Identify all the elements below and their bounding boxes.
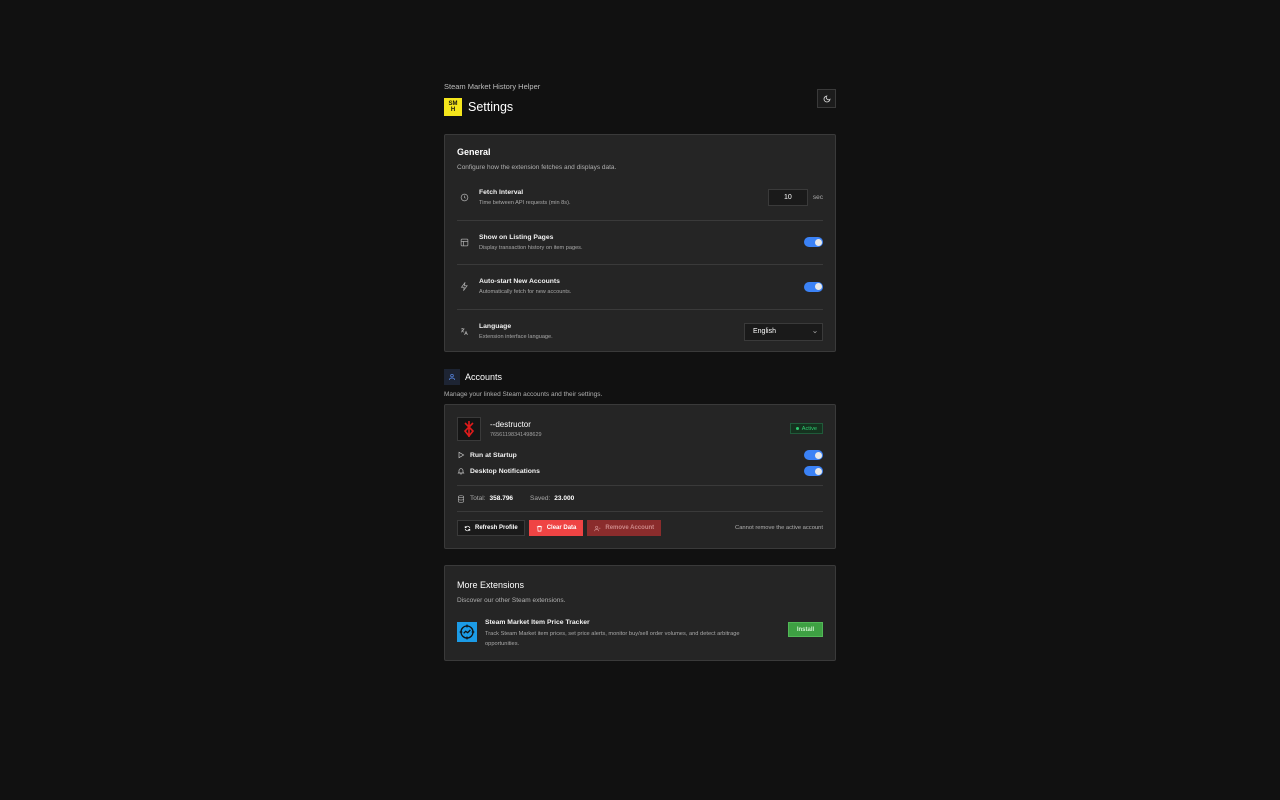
run-at-startup-label: Run at Startup <box>470 451 517 459</box>
auto-start-label: Auto-start New Accounts <box>479 278 560 286</box>
price-tracker-icon <box>457 622 477 642</box>
fetch-interval-row: Fetch Interval Time between API requests … <box>457 176 823 221</box>
extension-description: Track Steam Market item prices, set pric… <box>485 631 740 647</box>
refresh-icon <box>464 525 471 531</box>
user-minus-icon <box>594 525 601 531</box>
account-name: --destructor <box>490 420 531 429</box>
settings-page: Steam Market History Helper SM H Settings… <box>444 82 836 661</box>
fetch-interval-label: Fetch Interval <box>479 189 524 197</box>
account-card: --destructor 76561198341498629 Active Run… <box>444 404 836 549</box>
more-extensions-card: More Extensions Discover our other Steam… <box>444 565 836 661</box>
general-card: General Configure how the extension fetc… <box>444 134 836 352</box>
show-listing-description: Display transaction history on item page… <box>479 244 583 251</box>
theme-toggle-button[interactable] <box>817 89 836 108</box>
zap-icon <box>460 282 468 292</box>
refresh-label: Refresh Profile <box>475 525 518 531</box>
total-value: 358.796 <box>489 495 514 502</box>
fetch-interval-input[interactable]: 10 <box>767 189 808 207</box>
show-listing-row: Show on Listing Pages Display transaction… <box>457 221 823 265</box>
account-steam-id: 76561198341498629 <box>490 432 542 438</box>
extension-item: Steam Market Item Price Tracker Track Ste… <box>457 619 823 649</box>
accounts-title: Accounts <box>465 372 503 382</box>
notifications-label: Desktop Notifications <box>470 467 540 475</box>
logo: SM H <box>444 98 462 116</box>
database-icon <box>458 494 464 503</box>
saved-label: Saved: <box>530 495 551 502</box>
play-icon <box>458 451 465 459</box>
auto-start-toggle[interactable] <box>804 281 823 292</box>
user-icon <box>449 374 455 381</box>
run-at-startup-row: Run at Startup <box>457 447 823 463</box>
run-at-startup-toggle[interactable] <box>804 450 823 460</box>
extension-name: Steam Market Item Price Tracker <box>485 619 590 626</box>
language-select[interactable]: English <box>744 322 823 341</box>
general-description: Configure how the extension fetches and … <box>457 164 617 171</box>
notifications-row: Desktop Notifications <box>457 463 823 479</box>
fetch-interval-description: Time between API requests (min 8s). <box>479 200 571 207</box>
page-title: Settings <box>468 100 514 114</box>
trash-icon <box>536 525 542 531</box>
accounts-description: Manage your linked Steam accounts and th… <box>444 391 603 398</box>
status-text: Active <box>801 425 817 432</box>
clock-icon <box>460 194 469 202</box>
language-label: Language <box>479 323 512 331</box>
status-badge: Active <box>789 423 823 434</box>
remove-label: Remove Account <box>605 525 655 531</box>
fetch-interval-unit: sec <box>812 194 823 202</box>
notifications-toggle[interactable] <box>804 466 823 476</box>
language-value: English <box>753 328 776 336</box>
language-description: Extension interface language. <box>479 334 553 341</box>
show-listing-toggle[interactable] <box>804 237 823 248</box>
remove-account-button[interactable]: Remove Account <box>587 520 662 536</box>
show-listing-label: Show on Listing Pages <box>479 233 554 241</box>
refresh-profile-button[interactable]: Refresh Profile <box>457 520 525 536</box>
languages-icon <box>460 328 468 336</box>
more-title: More Extensions <box>457 580 525 590</box>
remove-note: Cannot remove the active account <box>735 525 823 531</box>
general-title: General <box>457 147 491 157</box>
avatar-image <box>463 421 475 438</box>
saved-value: 23.000 <box>554 495 575 502</box>
language-row: Language Extension interface language. En… <box>457 310 823 355</box>
chevron-down-icon <box>813 330 817 333</box>
account-stats: Total: 358.796 Saved: 23.000 <box>457 485 823 512</box>
clear-label: Clear Data <box>546 525 577 531</box>
bell-icon <box>457 468 465 475</box>
layout-icon <box>460 238 469 246</box>
install-button[interactable]: Install <box>788 622 823 637</box>
auto-start-row: Auto-start New Accounts Automatically fet… <box>457 265 823 310</box>
more-description: Discover our other Steam extensions. <box>457 597 566 604</box>
auto-start-description: Automatically fetch for new accounts. <box>479 289 572 296</box>
clear-data-button[interactable]: Clear Data <box>528 520 584 536</box>
app-name: Steam Market History Helper <box>444 82 541 91</box>
avatar <box>457 417 481 441</box>
total-label: Total: <box>470 495 486 502</box>
moon-icon <box>823 95 830 102</box>
